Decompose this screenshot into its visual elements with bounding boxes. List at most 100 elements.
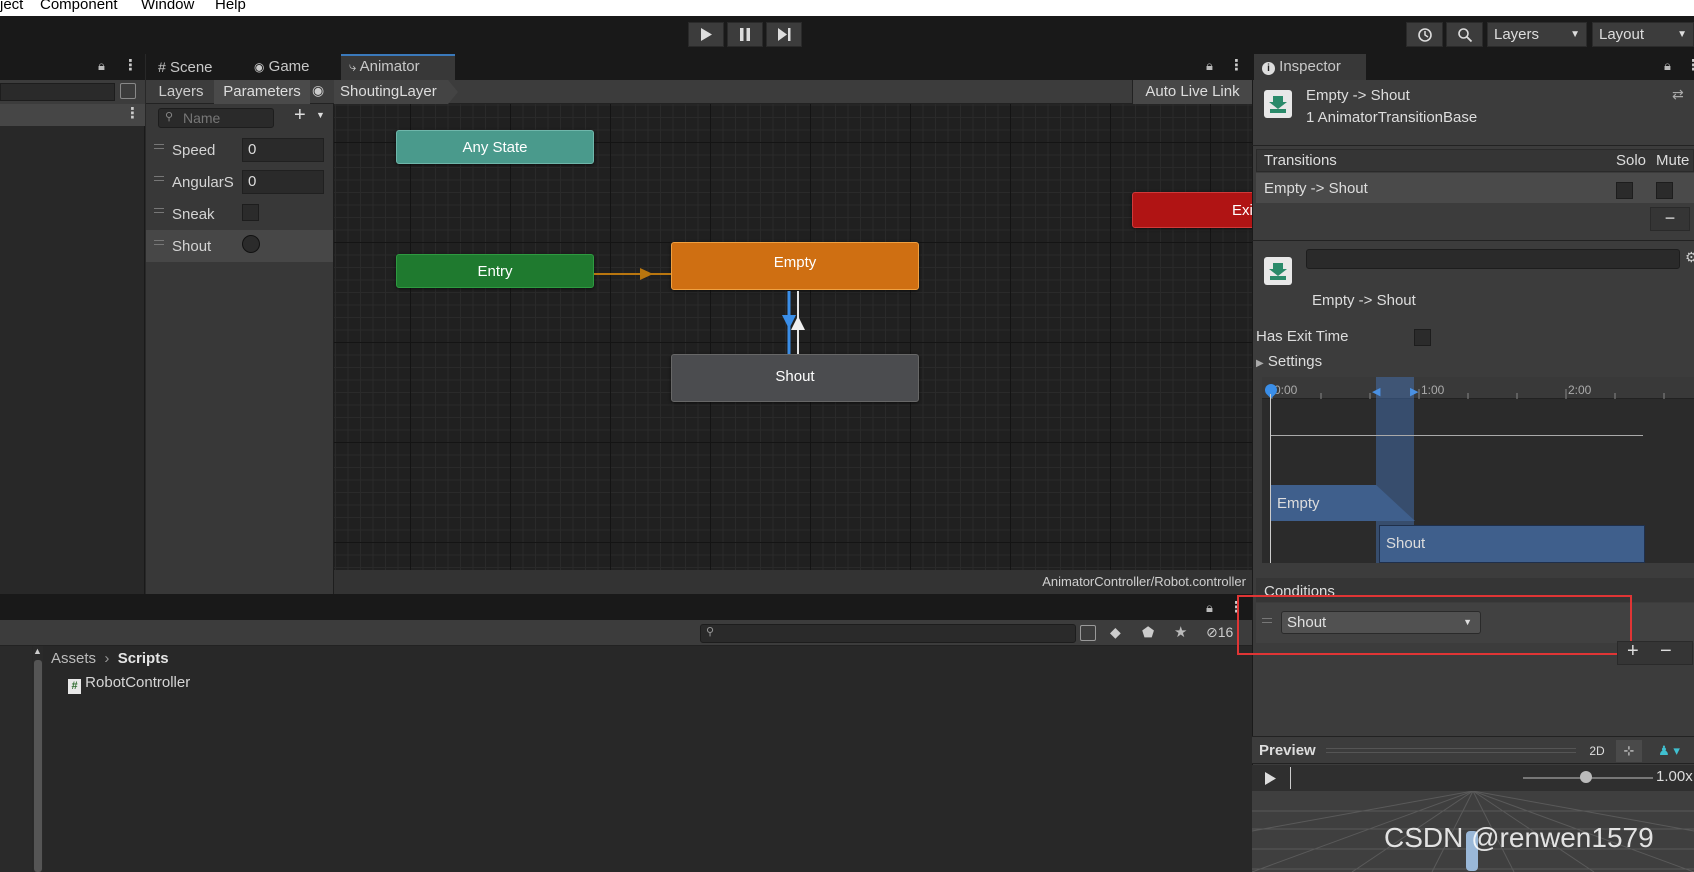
step-button[interactable]	[766, 22, 802, 47]
remove-transition-button[interactable]: −	[1650, 207, 1690, 231]
slider-thumb[interactable]	[1580, 771, 1592, 783]
animator-icon: ⤷	[349, 59, 357, 74]
search-button[interactable]	[1446, 22, 1483, 47]
parameter-search-input[interactable]: ⚲ Name	[158, 108, 274, 128]
breadcrumb-layer[interactable]: ShoutingLayer	[334, 80, 458, 104]
grid-icon: #	[158, 59, 166, 75]
parameter-row[interactable]: Speed 0	[146, 134, 333, 166]
add-parameter-button[interactable]: +	[294, 104, 306, 127]
tab-game-label: Game	[268, 58, 310, 75]
solo-checkbox[interactable]	[1616, 182, 1633, 199]
tab-parameters[interactable]: Parameters	[214, 80, 310, 104]
project-tab-bar	[0, 598, 1252, 620]
scroll-up-icon[interactable]: ▲	[33, 646, 42, 656]
scrollbar[interactable]: ▲	[33, 646, 43, 872]
eye-icon[interactable]: ◉	[312, 82, 332, 100]
animator-breadcrumb-bar	[334, 80, 1252, 104]
settings-icon[interactable]: ⇄	[1672, 86, 1684, 103]
tab-inspector[interactable]: i Inspector	[1254, 54, 1366, 80]
divider	[1252, 240, 1694, 241]
tab-scene[interactable]: # Scene	[150, 54, 221, 80]
kebab-menu-icon[interactable]: ⋮	[1686, 56, 1694, 74]
transition-start-marker-icon[interactable]: ◀	[1372, 385, 1380, 398]
lock-icon[interactable]: 🔒︎	[1664, 58, 1671, 74]
settings-foldout[interactable]: ▶ Settings	[1256, 353, 1322, 370]
hidden-packages-icon[interactable]: ⊘16	[1206, 624, 1233, 641]
parameter-row[interactable]: AngularS 0	[146, 166, 333, 198]
tab-animator[interactable]: ⤷ Animator	[341, 54, 455, 80]
layers-dropdown[interactable]: Layers ▼	[1487, 22, 1587, 47]
star-icon[interactable]: ★	[1174, 623, 1187, 641]
lock-icon[interactable]: 🔒︎	[1206, 58, 1213, 74]
animator-graph-canvas[interactable]: Any State Entry Empty Shout Exit	[334, 104, 1252, 570]
pause-button[interactable]	[727, 22, 763, 47]
highlight-annotation-box	[1237, 595, 1632, 655]
add-condition-button[interactable]: +	[1627, 640, 1639, 663]
scrollbar-thumb[interactable]	[34, 660, 42, 872]
menu-item-window[interactable]: Window	[141, 0, 194, 12]
transition-name-input[interactable]	[1306, 249, 1680, 269]
preview-playhead	[1290, 767, 1291, 789]
arrow-head-icon	[640, 268, 653, 280]
drag-handle-icon[interactable]	[154, 240, 164, 245]
filter-by-type-icon[interactable]: ◆	[1110, 624, 1121, 641]
lock-icon[interactable]: 🔒︎	[1206, 600, 1213, 616]
pause-icon	[740, 28, 750, 41]
tab-layers[interactable]: Layers	[148, 80, 214, 104]
drag-handle-icon[interactable]	[154, 144, 164, 149]
parameter-row[interactable]: Sneak	[146, 198, 333, 230]
controller-path: AnimatorController/Robot.controller	[334, 570, 1252, 594]
breadcrumb-assets[interactable]: Assets	[51, 650, 96, 667]
parameter-bool-checkbox[interactable]	[242, 204, 259, 221]
parameter-trigger-radio[interactable]	[242, 235, 260, 253]
search-by-type-icon[interactable]	[1080, 625, 1096, 641]
preview-2d-button[interactable]: 2D	[1582, 740, 1612, 762]
timeline-clip-label: Shout	[1386, 535, 1426, 552]
auto-live-link-button[interactable]: Auto Live Link	[1132, 80, 1252, 104]
drag-handle-icon[interactable]	[154, 208, 164, 213]
project-search-input[interactable]: ⚲	[700, 624, 1076, 643]
history-button[interactable]	[1406, 22, 1443, 47]
kebab-menu-icon[interactable]: ⋮	[125, 104, 140, 122]
mute-label: Mute	[1656, 152, 1690, 169]
chevron-down-icon[interactable]: ▼	[316, 110, 325, 120]
pivot-icon[interactable]: ⊹	[1616, 740, 1642, 762]
file-item[interactable]: # RobotController	[68, 674, 190, 694]
file-name: RobotController	[85, 674, 191, 691]
gear-icon[interactable]: ⚙	[1685, 249, 1694, 266]
search-by-type-icon[interactable]	[120, 83, 136, 99]
tab-animator-label: Animator	[359, 58, 420, 75]
menu-item-help[interactable]: Help	[215, 0, 246, 12]
remove-condition-button[interactable]: −	[1660, 640, 1672, 663]
transition-end-marker-icon[interactable]: ▶	[1410, 385, 1418, 398]
play-button[interactable]	[688, 22, 724, 47]
breadcrumb-scripts[interactable]: Scripts	[118, 650, 169, 667]
lock-icon[interactable]: 🔒︎	[98, 58, 105, 74]
mute-checkbox[interactable]	[1656, 182, 1673, 199]
menu-item-project[interactable]: ject	[0, 0, 23, 12]
layout-dropdown[interactable]: Layout ▼	[1592, 22, 1694, 47]
menu-item-component[interactable]: Component	[40, 0, 118, 12]
has-exit-time-label: Has Exit Time	[1256, 328, 1349, 345]
menu-bar: ject Component Window Help	[0, 0, 1694, 16]
kebab-menu-icon[interactable]: ⋮	[123, 56, 138, 74]
transition-icon	[1264, 257, 1292, 285]
search-icon: ⚲	[706, 626, 715, 638]
playhead-line	[1270, 394, 1271, 563]
kebab-menu-icon[interactable]: ⋮	[1229, 56, 1244, 74]
tab-game[interactable]: ◉ Game	[246, 54, 318, 80]
label-icon[interactable]: ⬟	[1142, 624, 1154, 641]
hierarchy-search-input[interactable]	[0, 83, 115, 101]
drag-handle-icon[interactable]	[154, 176, 164, 181]
preview-play-button[interactable]	[1264, 772, 1276, 788]
parameter-float-field[interactable]: 0	[242, 138, 324, 162]
breadcrumb: Assets › Scripts	[51, 650, 169, 667]
hierarchy-scene-row[interactable]	[0, 104, 145, 126]
avatar-preview-icon[interactable]: ♟ ▾	[1646, 740, 1692, 762]
watermark: CSDN @renwen1579	[1384, 822, 1654, 853]
inspector-subtitle: 1 AnimatorTransitionBase	[1306, 109, 1478, 126]
has-exit-time-checkbox[interactable]	[1414, 329, 1431, 346]
parameter-row-selected[interactable]: Shout	[146, 230, 333, 262]
preview-drag-bar[interactable]	[1326, 748, 1576, 753]
parameter-float-field[interactable]: 0	[242, 170, 324, 194]
